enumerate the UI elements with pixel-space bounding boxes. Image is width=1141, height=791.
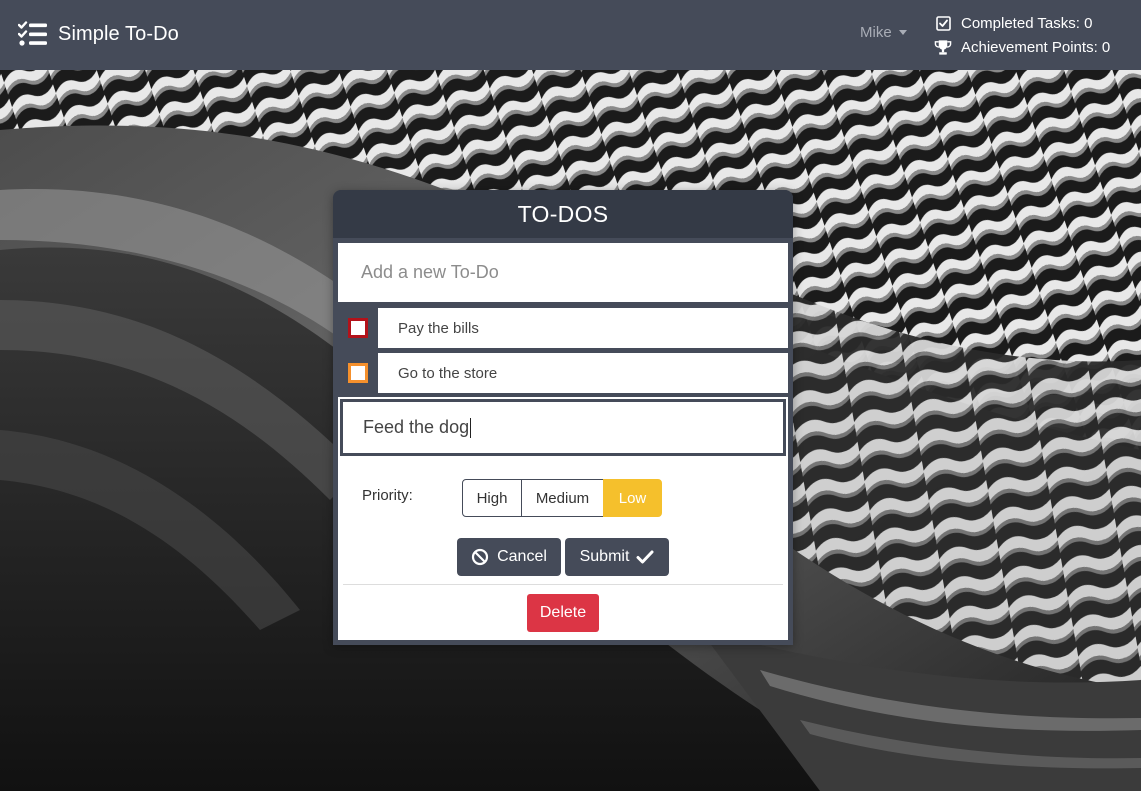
- achievement-points-stat: Achievement Points: 0: [934, 35, 1110, 59]
- achievement-points-label: Achievement Points: 0: [961, 38, 1111, 56]
- priority-button-group: High Medium Low: [462, 479, 662, 517]
- checklist-icon: [18, 21, 47, 46]
- ban-icon: [471, 548, 489, 566]
- text-cursor: [470, 417, 472, 438]
- completed-tasks-stat: Completed Tasks: 0: [934, 11, 1110, 35]
- edit-todo-value: Feed the dog: [363, 417, 470, 437]
- todo-text[interactable]: Go to the store: [378, 353, 788, 393]
- priority-checkbox-icon[interactable]: [348, 363, 368, 383]
- priority-high-button[interactable]: High: [462, 479, 522, 517]
- priority-medium-button[interactable]: Medium: [521, 479, 604, 517]
- submit-button[interactable]: Submit: [565, 538, 669, 576]
- cancel-label: Cancel: [497, 548, 547, 565]
- completed-tasks-label: Completed Tasks: 0: [961, 14, 1093, 32]
- priority-label: Priority:: [362, 487, 413, 504]
- todo-checkbox-cell[interactable]: [338, 308, 378, 348]
- checked-box-icon: [934, 14, 952, 32]
- todo-panel: TO-DOS Pay the bills Go to the store Fee…: [333, 190, 793, 645]
- cancel-button[interactable]: Cancel: [457, 538, 561, 576]
- priority-low-button[interactable]: Low: [603, 479, 662, 517]
- delete-button[interactable]: Delete: [527, 594, 599, 632]
- panel-header: TO-DOS: [333, 190, 793, 238]
- todo-item[interactable]: Go to the store: [338, 353, 788, 393]
- new-todo-input[interactable]: [338, 243, 788, 302]
- submit-label: Submit: [579, 548, 630, 565]
- todo-item[interactable]: Pay the bills: [338, 308, 788, 348]
- priority-checkbox-icon[interactable]: [348, 318, 368, 338]
- todo-text[interactable]: Pay the bills: [378, 308, 788, 348]
- user-menu-dropdown[interactable]: Mike: [860, 24, 907, 41]
- todo-checkbox-cell[interactable]: [338, 353, 378, 393]
- brand-link[interactable]: Simple To-Do: [18, 20, 179, 48]
- panel-title: TO-DOS: [517, 200, 609, 227]
- brand-title: Simple To-Do: [58, 22, 179, 45]
- user-name: Mike: [860, 24, 892, 41]
- trophy-icon: [934, 38, 952, 56]
- checkmark-icon: [636, 550, 654, 564]
- navbar: Simple To-Do Mike Completed Tasks: 0 Ach…: [0, 0, 1141, 70]
- caret-down-icon: [898, 30, 907, 35]
- user-stats: Completed Tasks: 0 Achievement Points: 0: [934, 11, 1110, 59]
- edit-todo-input[interactable]: Feed the dog: [340, 399, 786, 456]
- todo-edit-form: Feed the dog Priority: High Medium Low C…: [338, 397, 788, 640]
- divider: [343, 584, 783, 585]
